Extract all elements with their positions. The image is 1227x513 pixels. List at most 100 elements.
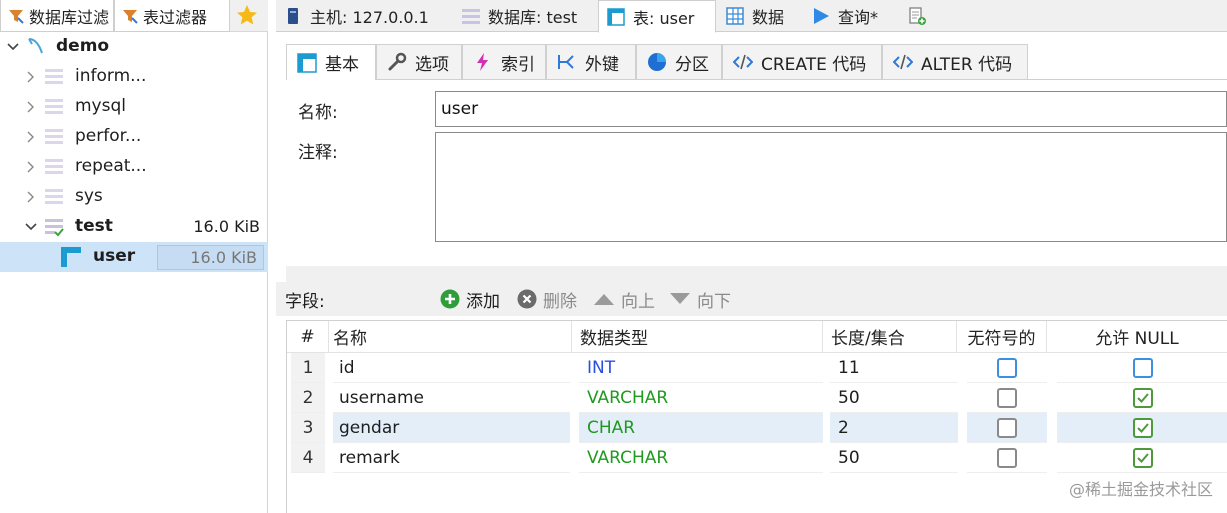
filter-tabs: 数据库过滤 表过滤器 (0, 0, 268, 32)
field-length-cell[interactable]: 11 (830, 353, 958, 383)
watermark: @稀土掘金技术社区 (1068, 480, 1213, 499)
table-row[interactable]: 2 username VARCHAR 50 (287, 383, 1227, 413)
unsigned-cell[interactable] (967, 413, 1047, 443)
chevron-right-icon[interactable] (24, 190, 38, 204)
unsigned-checkbox[interactable] (997, 357, 1017, 378)
tab-database-filter[interactable]: 数据库过滤 (0, 0, 114, 32)
allow-null-cell[interactable] (1057, 443, 1227, 473)
chevron-down-icon[interactable] (6, 40, 20, 54)
chevron-down-icon[interactable] (24, 220, 38, 234)
grid-icon (726, 7, 744, 25)
tab-alter-code[interactable]: ALTER 代码 (882, 44, 1028, 80)
tree-node-performance-schema[interactable]: perfor... (0, 122, 268, 152)
tab-label: ALTER 代码 (921, 54, 1013, 75)
tab-label: 索引 (501, 54, 535, 75)
chevron-right-icon[interactable] (24, 100, 38, 114)
chevron-right-icon[interactable] (24, 70, 38, 84)
tab-label: 分区 (675, 54, 709, 75)
database-icon (462, 9, 480, 24)
header-allow-null[interactable]: 允许 NULL (1047, 321, 1227, 353)
header-length[interactable]: 长度/集合 (823, 321, 957, 353)
tree-node-information-schema[interactable]: inform... (0, 62, 268, 92)
new-query-icon (909, 7, 926, 25)
header-data-type[interactable]: 数据类型 (572, 321, 823, 353)
table-row[interactable]: 3 gendar CHAR 2 (287, 413, 1227, 443)
new-query-button[interactable] (900, 0, 936, 32)
tab-options[interactable]: 选项 (376, 44, 462, 80)
code-icon (893, 52, 913, 72)
unsigned-cell[interactable] (967, 353, 1047, 383)
dolphin-icon (28, 38, 43, 54)
tree-node-label: test (75, 216, 113, 236)
move-down-button[interactable]: 向下 (669, 287, 731, 312)
tree-node-label: perfor... (75, 126, 142, 146)
table-row[interactable]: 1 id INT 11 (287, 353, 1227, 383)
play-icon (814, 8, 829, 24)
tab-label: 表过滤器 (143, 7, 208, 27)
chevron-right-icon[interactable] (24, 160, 38, 174)
tab-foreign-keys[interactable]: 外键 (546, 44, 636, 80)
field-length-cell[interactable]: 50 (830, 443, 958, 473)
unsigned-checkbox[interactable] (997, 387, 1017, 408)
tree-node-mysql[interactable]: mysql (0, 92, 268, 122)
tree-node-demo[interactable]: demo (0, 32, 268, 62)
field-name-cell[interactable]: username (333, 383, 570, 413)
allow-null-checkbox-checked[interactable] (1132, 387, 1153, 408)
tab-table-filter[interactable]: 表过滤器 (114, 0, 230, 32)
tree-node-test[interactable]: test 16.0 KiB (0, 212, 268, 242)
name-label: 名称: (298, 103, 338, 123)
header-unsigned[interactable]: 无符号的 (957, 321, 1047, 353)
field-type-cell[interactable]: VARCHAR (579, 443, 823, 473)
tree-node-repeat[interactable]: repeat... (0, 152, 268, 182)
tree-node-user[interactable]: user 16.0 KiB (0, 242, 268, 272)
move-up-button[interactable]: 向上 (593, 287, 655, 312)
tab-indexes[interactable]: 索引 (462, 44, 546, 80)
tab-label: 数据库: test (488, 8, 578, 27)
unsigned-checkbox[interactable] (997, 417, 1017, 438)
tab-partitions[interactable]: 分区 (636, 44, 722, 80)
field-type-cell[interactable]: INT (579, 353, 823, 383)
delete-field-button[interactable]: 删除 (517, 287, 577, 312)
tab-create-code[interactable]: CREATE 代码 (722, 44, 882, 80)
tab-query[interactable]: 查询* (804, 0, 898, 32)
unsigned-checkbox[interactable] (997, 447, 1017, 468)
chevron-right-icon[interactable] (24, 130, 38, 144)
star-icon[interactable] (236, 4, 258, 26)
splitter[interactable] (286, 266, 1227, 282)
field-type-cell[interactable]: VARCHAR (579, 383, 823, 413)
tree-node-label: user (93, 246, 136, 266)
header-num[interactable]: # (287, 321, 329, 353)
unsigned-cell[interactable] (967, 443, 1047, 473)
allow-null-cell[interactable] (1057, 413, 1227, 443)
tab-database[interactable]: 数据库: test (454, 0, 596, 32)
allow-null-checkbox-checked[interactable] (1132, 417, 1153, 438)
lightning-icon (473, 52, 493, 72)
field-name-cell[interactable]: gendar (333, 413, 570, 443)
basic-form: 名称: 注释: (286, 80, 1227, 266)
table-comment-input[interactable] (435, 132, 1227, 242)
field-name-cell[interactable]: id (333, 353, 570, 383)
field-name-cell[interactable]: remark (333, 443, 570, 473)
table-name-input[interactable] (435, 91, 1227, 127)
allow-null-cell[interactable] (1057, 383, 1227, 413)
field-length-cell[interactable]: 50 (830, 383, 958, 413)
tree-node-size: 16.0 KiB (193, 217, 260, 236)
allow-null-checkbox-checked[interactable] (1132, 447, 1153, 468)
table-row[interactable]: 4 remark VARCHAR 50 (287, 443, 1227, 473)
tree-node-label: inform... (75, 66, 147, 86)
allow-null-checkbox[interactable] (1132, 357, 1153, 378)
unsigned-cell[interactable] (967, 383, 1047, 413)
move-down-label: 向下 (697, 291, 731, 312)
tab-table[interactable]: 表: user (598, 0, 716, 33)
tree-node-sys[interactable]: sys (0, 182, 268, 212)
tab-data[interactable]: 数据 (718, 0, 802, 32)
allow-null-cell[interactable] (1057, 353, 1227, 383)
field-type-cell[interactable]: CHAR (579, 413, 823, 443)
add-field-button[interactable]: 添加 (440, 287, 500, 312)
tab-label: 表: user (633, 8, 695, 28)
header-name[interactable]: 名称 (329, 321, 572, 353)
tab-basic[interactable]: 基本 (286, 44, 376, 81)
field-length-cell[interactable]: 2 (830, 413, 958, 443)
tab-host[interactable]: 主机: 127.0.0.1 (276, 0, 452, 32)
tree-node-size: 16.0 KiB (157, 245, 264, 270)
